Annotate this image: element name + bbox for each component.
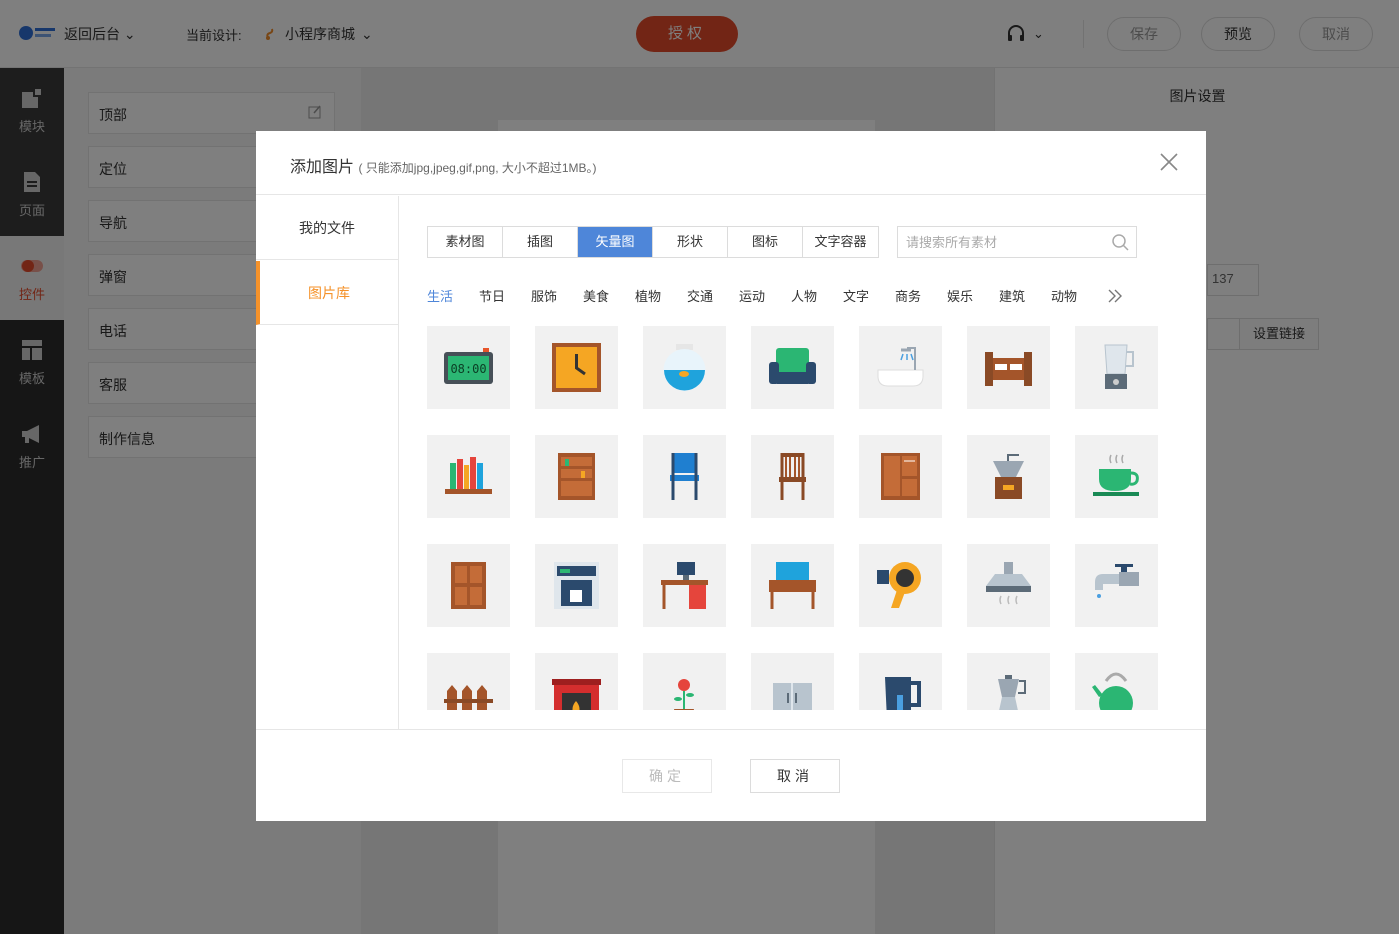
faucet-icon	[1095, 564, 1139, 598]
category-business[interactable]: 商务	[895, 286, 947, 305]
coffee-machine-icon	[554, 562, 599, 609]
gallery-tile[interactable]	[751, 653, 834, 710]
tab-icon[interactable]: 图标	[728, 227, 803, 257]
dressing-table-icon	[769, 562, 816, 609]
dialog-sidebar: 我的文件 图片库	[256, 196, 399, 729]
gallery-tile[interactable]	[751, 544, 834, 627]
close-icon[interactable]	[1160, 153, 1178, 171]
gallery-tile[interactable]	[427, 544, 510, 627]
fishbowl-icon	[663, 344, 706, 391]
category-architecture[interactable]: 建筑	[999, 286, 1051, 305]
dialog-body: 素材图 插图 矢量图 形状 图标 文字容器 生活 节日 服饰 美食 植物 交通 …	[399, 196, 1206, 729]
wardrobe-icon	[881, 453, 920, 500]
gallery-tile[interactable]	[1075, 653, 1158, 710]
wall-clock-icon	[552, 343, 601, 392]
kettle-icon	[885, 677, 921, 710]
gallery-tile[interactable]	[535, 544, 618, 627]
gallery-tile[interactable]	[1075, 326, 1158, 409]
tab-shape[interactable]: 形状	[653, 227, 728, 257]
tab-material[interactable]: 素材图	[428, 227, 503, 257]
gallery-tile[interactable]	[535, 653, 618, 710]
watering-can-icon	[1092, 672, 1133, 710]
gallery-tile[interactable]	[643, 326, 726, 409]
bathtub-icon	[877, 347, 924, 387]
dialog-title-text: 添加图片	[290, 159, 355, 176]
tab-my-files[interactable]: 我的文件	[256, 196, 398, 260]
gallery-tile[interactable]	[427, 653, 510, 710]
category-people[interactable]: 人物	[791, 286, 843, 305]
tab-image-library[interactable]: 图片库	[256, 261, 398, 325]
hair-dryer-icon	[877, 562, 921, 608]
desk-computer-icon	[661, 562, 708, 609]
blender-icon	[1104, 344, 1134, 389]
gallery-tile[interactable]	[967, 653, 1050, 710]
gallery-tile[interactable]	[967, 435, 1050, 518]
category-clothing[interactable]: 服饰	[531, 286, 583, 305]
type-tabs: 素材图 插图 矢量图 形状 图标 文字容器	[427, 226, 879, 258]
gallery-tile[interactable]	[967, 544, 1050, 627]
svg-text:08:00: 08:00	[450, 362, 486, 376]
category-plants[interactable]: 植物	[635, 286, 687, 305]
moka-pot-icon	[998, 675, 1026, 710]
tab-text-container[interactable]: 文字容器	[803, 227, 878, 257]
fridge-icon	[773, 683, 812, 710]
category-food[interactable]: 美食	[583, 286, 635, 305]
dialog-footer: 确定 取消	[256, 729, 1206, 821]
blue-chair-icon	[670, 453, 699, 500]
gallery-tile[interactable]	[859, 435, 942, 518]
category-text[interactable]: 文字	[843, 286, 895, 305]
add-image-dialog: 添加图片 ( 只能添加jpg,jpeg,gif,png, 大小不超过1MB。) …	[256, 131, 1206, 821]
search-icon[interactable]	[1111, 233, 1129, 251]
coffee-grinder-icon	[993, 454, 1024, 499]
digital-clock-icon: 08:00	[444, 348, 493, 384]
dialog-title: 添加图片 ( 只能添加jpg,jpeg,gif,png, 大小不超过1MB。)	[290, 153, 597, 177]
category-sports[interactable]: 运动	[739, 286, 791, 305]
bookshelf-icon	[445, 457, 492, 494]
potted-flower-icon	[674, 679, 694, 710]
gallery-tile[interactable]	[643, 544, 726, 627]
gallery-tile[interactable]	[859, 544, 942, 627]
teacup-icon	[1093, 454, 1139, 496]
image-grid: 08:00	[427, 326, 1187, 710]
range-hood-icon	[986, 562, 1031, 605]
wooden-chair-icon	[779, 453, 806, 500]
cancel-button[interactable]: 取消	[750, 759, 840, 793]
gallery-tile[interactable]	[967, 326, 1050, 409]
dialog-hint: ( 只能添加jpg,jpeg,gif,png, 大小不超过1MB。)	[358, 161, 597, 175]
dialog-header: 添加图片 ( 只能添加jpg,jpeg,gif,png, 大小不超过1MB。)	[256, 131, 1206, 195]
category-life[interactable]: 生活	[427, 286, 479, 305]
gallery-tile[interactable]	[535, 326, 618, 409]
gallery-tile[interactable]	[859, 326, 942, 409]
tab-vector[interactable]: 矢量图	[578, 227, 653, 257]
armchair-icon	[769, 348, 816, 384]
tab-illustration[interactable]: 插图	[503, 227, 578, 257]
gallery-tile[interactable]	[535, 435, 618, 518]
search-input[interactable]	[897, 226, 1137, 258]
cabinet-icon	[558, 453, 595, 500]
gallery-tile[interactable]	[1075, 544, 1158, 627]
door-icon	[451, 562, 486, 609]
gallery-tile[interactable]	[643, 653, 726, 710]
gallery-tile[interactable]	[859, 653, 942, 710]
fence-icon	[444, 685, 493, 710]
fireplace-icon	[552, 679, 601, 710]
category-traffic[interactable]: 交通	[687, 286, 739, 305]
confirm-button[interactable]: 确定	[622, 759, 712, 793]
bed-icon	[985, 352, 1032, 386]
gallery-tile[interactable]: 08:00	[427, 326, 510, 409]
category-entertainment[interactable]: 娱乐	[947, 286, 999, 305]
category-list: 生活 节日 服饰 美食 植物 交通 运动 人物 文字 商务 娱乐 建筑 动物	[427, 286, 1123, 305]
double-chevron-right-icon[interactable]	[1107, 289, 1123, 303]
gallery-tile[interactable]	[751, 435, 834, 518]
gallery-tile[interactable]	[427, 435, 510, 518]
category-animals[interactable]: 动物	[1051, 286, 1103, 305]
gallery-tile[interactable]	[1075, 435, 1158, 518]
gallery-tile[interactable]	[643, 435, 726, 518]
category-festival[interactable]: 节日	[479, 286, 531, 305]
gallery-tile[interactable]	[751, 326, 834, 409]
